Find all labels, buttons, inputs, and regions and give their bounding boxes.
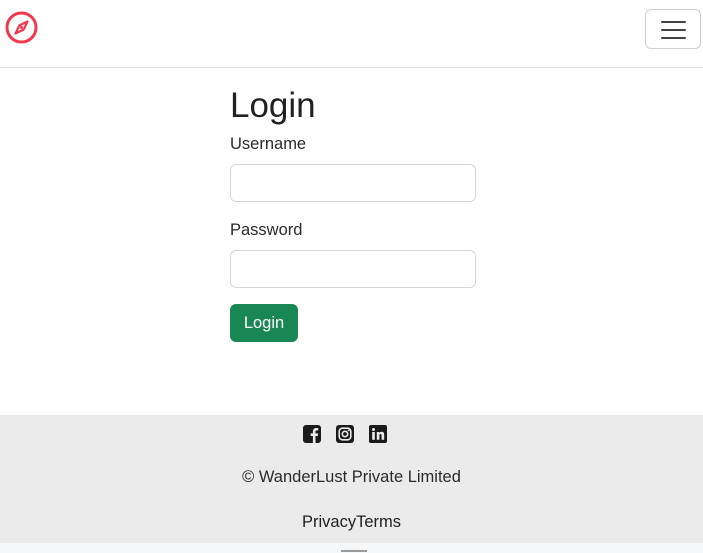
instagram-icon: [336, 425, 354, 443]
privacy-link[interactable]: Privacy: [302, 513, 356, 531]
password-label: Password: [230, 221, 303, 239]
username-label: Username: [230, 135, 307, 153]
linkedin-icon: [369, 425, 387, 443]
resize-handle[interactable]: [341, 550, 367, 552]
username-input[interactable]: [230, 164, 476, 202]
instagram-link[interactable]: [336, 425, 354, 443]
hamburger-bar: [661, 29, 686, 31]
compass-icon: [5, 11, 38, 44]
hamburger-menu-icon: [661, 21, 686, 23]
facebook-link[interactable]: [303, 425, 321, 443]
footer-links: PrivacyTerms: [0, 512, 703, 532]
linkedin-link[interactable]: [369, 425, 387, 443]
footer: © WanderLust Private Limited PrivacyTerm…: [0, 415, 703, 543]
terms-link[interactable]: Terms: [356, 513, 401, 531]
bottom-strip: [0, 543, 703, 553]
login-button[interactable]: Login: [230, 304, 298, 342]
page-title: Login: [230, 86, 316, 125]
copyright-text: © WanderLust Private Limited: [242, 468, 461, 486]
hamburger-bar: [661, 37, 686, 39]
brand-compass-icon[interactable]: [5, 11, 38, 44]
facebook-icon: [303, 425, 321, 443]
password-input[interactable]: [230, 250, 476, 288]
navbar-toggle-button[interactable]: [645, 9, 701, 49]
navbar: [0, 0, 703, 68]
